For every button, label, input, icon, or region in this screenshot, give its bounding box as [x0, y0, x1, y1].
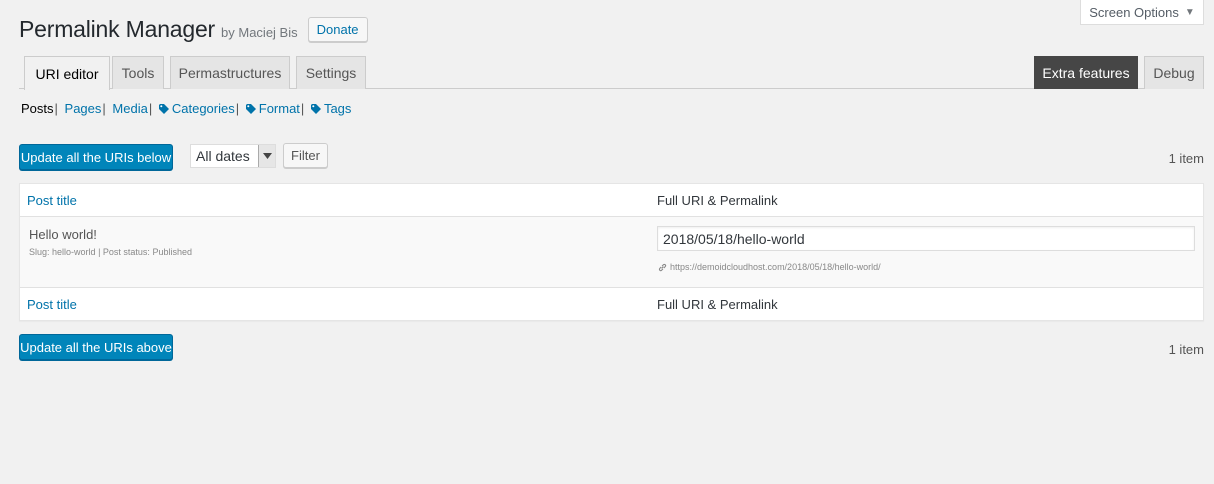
- subnav-item-label: Format: [258, 101, 300, 116]
- tab-tools[interactable]: Tools: [112, 56, 164, 89]
- tab-uri-editor[interactable]: URI editor: [24, 56, 110, 90]
- column-footer-post-title[interactable]: Post title: [27, 297, 77, 312]
- chevron-down-icon: [258, 145, 275, 167]
- subnav-separator: |: [148, 101, 153, 116]
- subnav-item-label: Categories: [171, 101, 235, 116]
- subnav-item-tags[interactable]: Tags: [310, 101, 352, 116]
- table-row: Hello world! Slug: hello-world | Post st…: [20, 217, 1203, 287]
- filter-button[interactable]: Filter: [283, 143, 328, 168]
- caret-down-icon: ▼: [1184, 6, 1195, 18]
- table-header: Post title Full URI & Permalink: [20, 184, 1203, 217]
- tag-icon: [245, 104, 256, 114]
- status-label: Post status:: [102, 247, 150, 257]
- author-byline: by Maciej Bis: [221, 25, 298, 40]
- donate-button[interactable]: Donate: [307, 17, 368, 42]
- uri-editor-table: Post title Full URI & Permalink Hello wo…: [19, 183, 1204, 321]
- subnav-item-pages[interactable]: Pages: [65, 101, 102, 116]
- post-title: Hello world!: [29, 227, 97, 242]
- status-value: Published: [152, 247, 192, 257]
- subnav-item-posts[interactable]: Posts: [21, 101, 54, 116]
- subnav-separator: |: [102, 101, 106, 116]
- subnav-separator: |: [300, 101, 305, 116]
- subnav-separator: |: [235, 101, 240, 116]
- screen-options-label: Screen Options: [1089, 4, 1179, 20]
- subnav-item-media[interactable]: Media: [112, 101, 147, 116]
- column-header-post-title[interactable]: Post title: [27, 193, 77, 208]
- item-count-bottom: 1 item: [1168, 342, 1204, 357]
- column-footer-full-uri: Full URI & Permalink: [657, 297, 778, 312]
- date-filter-select[interactable]: All dates: [190, 144, 276, 168]
- subnav-item-format[interactable]: Format: [245, 101, 300, 116]
- column-header-full-uri: Full URI & Permalink: [657, 193, 778, 208]
- permalink-link[interactable]: https://demoidcloudhost.com/2018/05/18/h…: [658, 262, 881, 272]
- tab-settings[interactable]: Settings: [296, 56, 366, 89]
- update-uris-below-button[interactable]: Update all the URIs below: [19, 144, 173, 170]
- tag-icon: [310, 104, 321, 114]
- tag-icon: [158, 104, 169, 114]
- uri-input[interactable]: 2018/05/18/hello-world: [657, 226, 1195, 251]
- tab-debug[interactable]: Debug: [1144, 56, 1204, 89]
- page-header: Permalink Manager by Maciej Bis Donate: [19, 16, 368, 43]
- subnav-item-categories[interactable]: Categories: [158, 101, 235, 116]
- screen-options-toggle[interactable]: Screen Options ▼: [1080, 0, 1204, 25]
- table-footer: Post title Full URI & Permalink: [20, 287, 1203, 320]
- tab-permastructures[interactable]: Permastructures: [170, 56, 290, 89]
- slug-value: hello-world: [52, 247, 96, 257]
- tab-extra-features[interactable]: Extra features: [1034, 56, 1138, 89]
- link-icon: [658, 263, 667, 271]
- update-uris-above-button[interactable]: Update all the URIs above: [19, 334, 173, 360]
- page-title: Permalink Manager: [19, 16, 216, 42]
- item-count-top: 1 item: [1168, 151, 1204, 166]
- content-type-subnav: Posts| Pages| Media| Categories| Format|…: [21, 101, 351, 116]
- permalink-url: https://demoidcloudhost.com/2018/05/18/h…: [670, 262, 881, 272]
- subnav-separator: |: [54, 101, 58, 116]
- post-meta: Slug: hello-world | Post status: Publish…: [29, 247, 192, 257]
- nav-tab-wrapper: URI editor Tools Permastructures Setting…: [19, 56, 1204, 90]
- slug-label: Slug:: [29, 247, 50, 257]
- date-filter-value: All dates: [196, 148, 250, 164]
- subnav-item-label: Tags: [323, 101, 352, 116]
